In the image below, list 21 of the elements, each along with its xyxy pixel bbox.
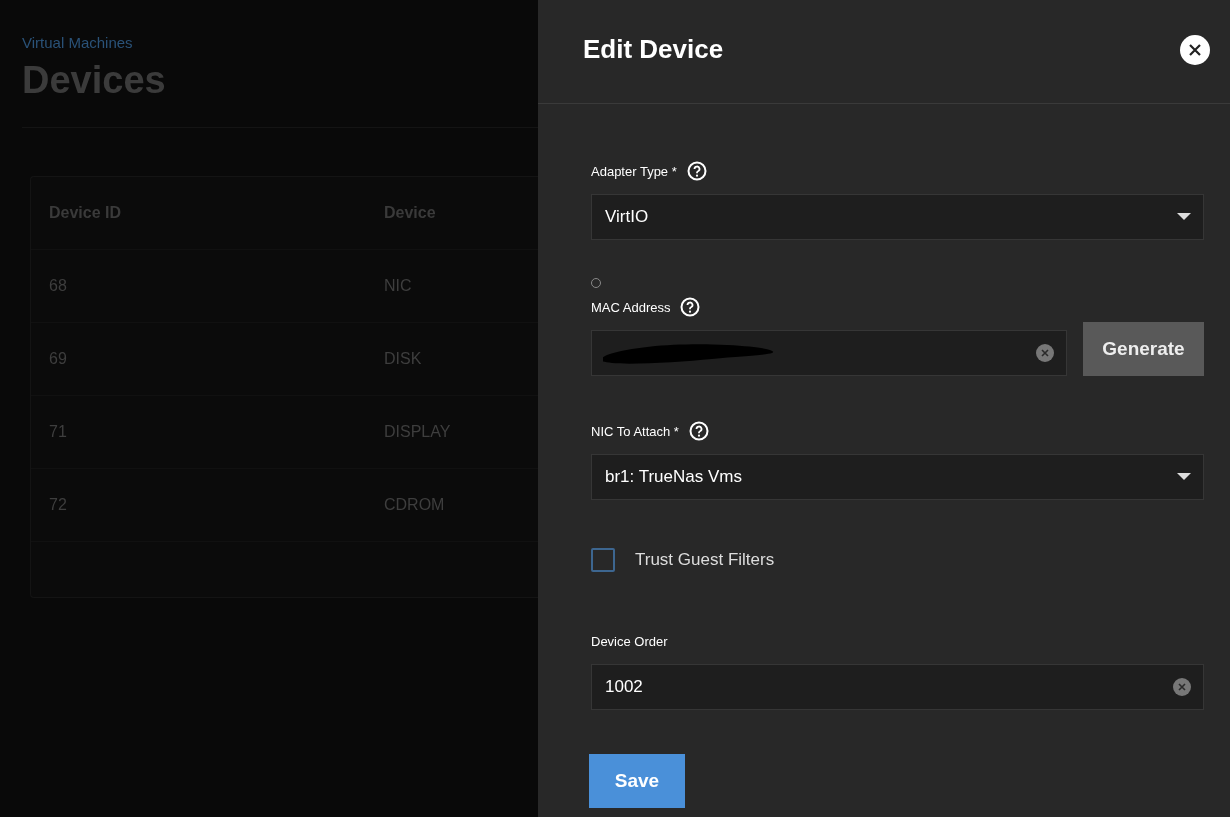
input-field[interactable] <box>591 330 1067 376</box>
clear-icon[interactable] <box>1036 344 1054 362</box>
field-label: Device Order <box>591 633 668 649</box>
field-label: NIC To Attach * <box>591 423 679 439</box>
help-icon[interactable] <box>688 421 709 441</box>
dropdown-caret-icon <box>1177 213 1191 221</box>
select-field[interactable]: VirtIO <box>591 194 1204 240</box>
generate-button[interactable]: Generate <box>1083 322 1204 376</box>
field-label: MAC Address <box>591 299 671 315</box>
help-icon[interactable] <box>680 297 701 317</box>
clear-icon[interactable] <box>1173 678 1191 696</box>
input-field[interactable]: 1002 <box>591 664 1204 710</box>
close-icon <box>1188 42 1202 57</box>
checkbox[interactable] <box>591 548 615 572</box>
checkbox-label: Trust Guest Filters <box>635 550 775 570</box>
close-button[interactable] <box>1180 34 1210 65</box>
field-label: Adapter Type * <box>591 163 677 179</box>
panel-title: Edit Device <box>583 34 724 65</box>
select-field[interactable]: br1: TrueNas Vms <box>591 454 1204 500</box>
help-icon[interactable] <box>686 161 707 181</box>
dropdown-caret-icon <box>1177 473 1191 481</box>
